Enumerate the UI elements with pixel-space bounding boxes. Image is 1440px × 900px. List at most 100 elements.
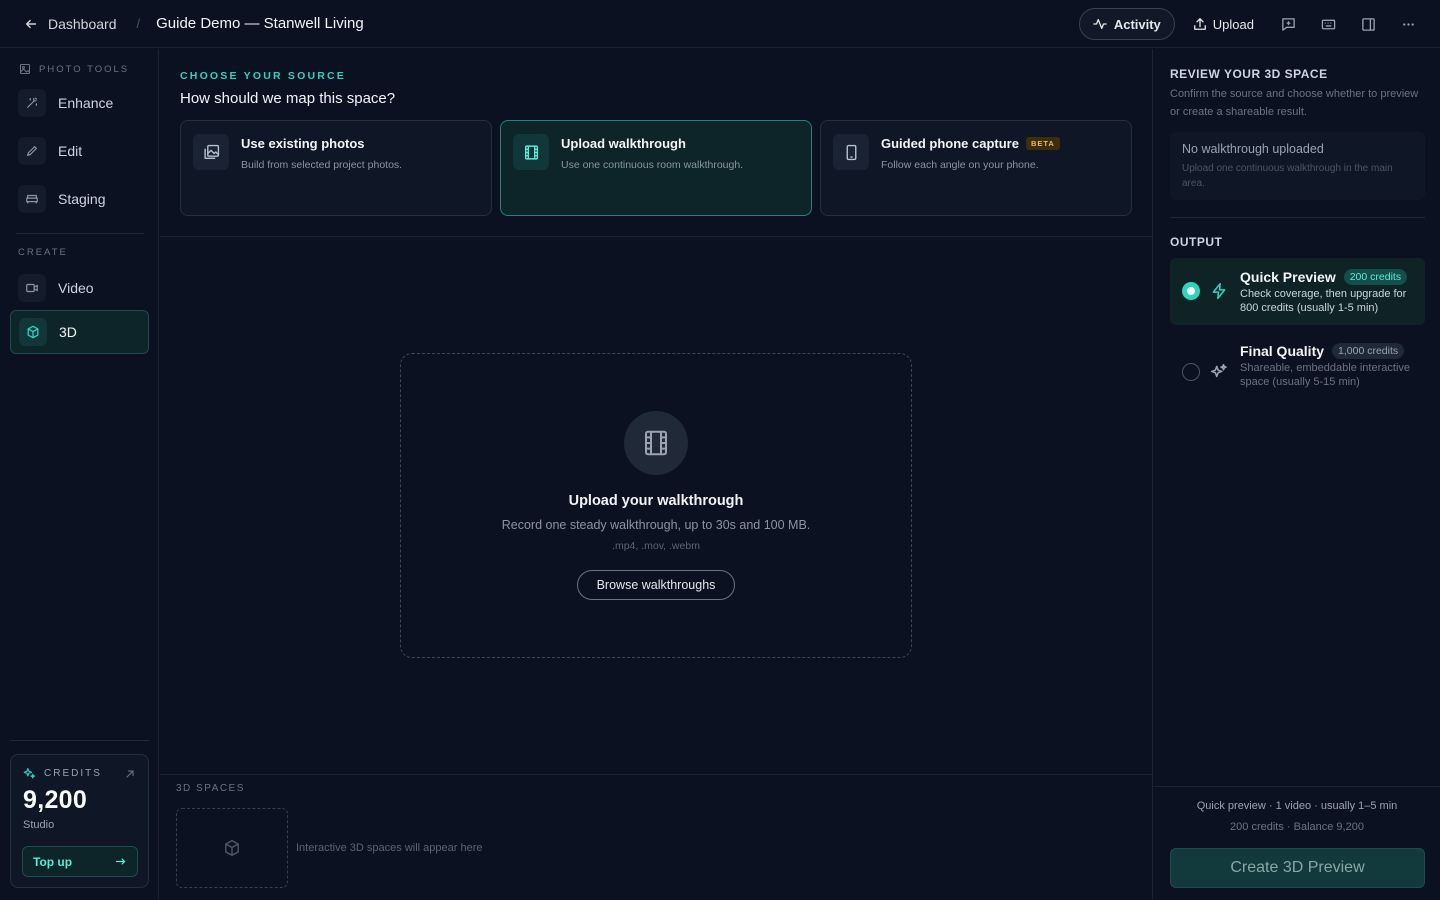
sparkles-icon [23,768,36,779]
message-plus-icon [1281,17,1295,31]
credits-summary: 200 credits · Balance 9,200 [1230,821,1364,833]
source-question: How should we map this space? [180,90,396,107]
keyboard-shortcuts-button[interactable] [1312,8,1344,40]
browse-walkthroughs-button[interactable]: Browse walkthroughs [577,570,735,600]
video-icon [18,274,46,302]
breadcrumb-separator: / [136,16,141,31]
source-subtitle: Build from selected project photos. [241,159,403,171]
source-status-title: No walkthrough uploaded [1182,142,1324,156]
photo-tools-label: PHOTO TOOLS [39,63,130,75]
main-content: CHOOSE YOUR SOURCE How should we map thi… [160,49,1152,900]
source-subtitle: Use one continuous room walkthrough. [561,159,744,171]
cube-icon [225,839,239,857]
film-icon [624,411,688,475]
source-card-upload-walkthrough[interactable]: Upload walkthrough Use one continuous ro… [500,120,812,216]
film-icon [513,134,549,170]
section-divider [160,236,1152,237]
panel-right-icon [1361,17,1375,31]
review-title: REVIEW YOUR 3D SPACE [1170,67,1328,81]
page-title: Guide Demo — Stanwell Living [156,15,364,32]
credits-card: CREDITS 9,200 Studio Top up [10,754,149,888]
source-status-subtitle: Upload one continuous walkthrough in the… [1182,163,1393,189]
create-label: CREATE [18,247,68,258]
option-description: Shareable, embeddable interactive space … [1240,362,1411,388]
spaces-divider [160,774,1152,775]
source-subtitle: Follow each angle on your phone. [881,159,1039,171]
wand-icon [18,89,46,117]
bolt-icon [1212,282,1226,300]
create-section-label: CREATE [18,247,68,258]
dropzone-subtitle: Record one steady walkthrough, up to 30s… [501,518,811,532]
feedback-button[interactable] [1272,8,1304,40]
option-credits-badge: 200 credits [1343,269,1408,285]
arrow-right-icon [115,858,126,865]
sidebar-item-staging[interactable]: Staging [10,178,149,220]
credits-label: CREDITS [44,768,102,779]
empty-space-placeholder [176,808,288,888]
output-option-final-quality[interactable]: Final Quality 1,000 credits Shareable, e… [1170,332,1425,412]
final-quality-radio[interactable] [1182,363,1200,381]
quick-preview-radio[interactable] [1182,282,1200,300]
dropzone-title: Upload your walkthrough [568,493,744,509]
source-title: Upload walkthrough [561,136,686,151]
cube-icon [19,318,47,346]
arrow-up-right-icon[interactable] [124,768,136,780]
option-title: Quick Preview [1240,269,1336,285]
source-card-existing-photos[interactable]: Use existing photos Build from selected … [180,120,492,216]
back-label: Dashboard [48,15,117,32]
spaces-empty-text: Interactive 3D spaces will appear here [296,842,483,854]
upload-icon [1193,18,1206,30]
spaces-section-label: 3D SPACES [176,783,245,794]
more-horizontal-icon [1402,22,1414,26]
photo-tools-section-label: PHOTO TOOLS [19,63,129,75]
summary-line: Quick preview · 1 video · usually 1–5 mi… [1196,800,1398,812]
sidebar-item-label: Enhance [58,95,114,111]
back-to-dashboard-link[interactable]: Dashboard [24,16,117,32]
source-title: Guided phone capture [881,136,1019,151]
top-bar: Dashboard / Guide Demo — Stanwell Living… [0,0,1440,48]
toggle-panel-button[interactable] [1352,8,1384,40]
upload-label: Upload [1212,16,1254,32]
option-credits-badge: 1,000 credits [1332,343,1405,359]
sidebar-item-edit[interactable]: Edit [10,130,149,172]
review-description: Confirm the source and choose whether to… [1170,88,1419,118]
review-footer-divider [1153,786,1440,787]
arrow-left-icon [25,19,37,28]
phone-icon [833,134,869,170]
more-options-button[interactable] [1392,8,1424,40]
source-status-box: No walkthrough uploaded Upload one conti… [1170,132,1425,200]
source-title: Use existing photos [241,136,365,151]
activity-button[interactable]: Activity [1078,8,1175,40]
sidebar-divider [16,233,144,234]
plan-name: Studio [23,819,55,831]
beta-badge: BETA [1025,137,1060,150]
source-card-guided-phone-capture[interactable]: Guided phone capture BETA Follow each an… [820,120,1132,216]
credits-value: 9,200 [23,786,88,814]
activity-icon [1093,18,1107,30]
create-3d-preview-button[interactable]: Create 3D Preview [1170,848,1425,888]
sidebar-item-label: Video [58,280,94,296]
sidebar-item-3d[interactable]: 3D [10,310,149,354]
output-option-quick-preview[interactable]: Quick Preview 200 credits Check coverage… [1170,258,1425,325]
source-eyebrow: CHOOSE YOUR SOURCE [180,70,347,82]
sidebar-item-label: Staging [58,191,106,207]
sofa-icon [18,185,46,213]
sidebar-item-label: 3D [59,324,77,340]
image-icon [19,63,31,75]
upload-button[interactable]: Upload [1183,8,1264,40]
option-description: Check coverage, then upgrade for 800 cre… [1240,288,1407,314]
review-panel: REVIEW YOUR 3D SPACE Confirm the source … [1152,49,1440,900]
walkthrough-dropzone[interactable]: Upload your walkthrough Record one stead… [400,353,912,658]
pencil-icon [18,137,46,165]
sparkles-icon [1210,363,1227,378]
top-up-label: Top up [33,854,73,869]
keyboard-icon [1321,19,1335,29]
output-label: OUTPUT [1170,235,1223,249]
review-divider [1170,217,1425,218]
sidebar-divider [10,740,149,741]
sidebar-item-video[interactable]: Video [10,267,149,309]
option-title: Final Quality [1240,343,1325,359]
top-up-button[interactable]: Top up [22,846,138,877]
sidebar-item-enhance[interactable]: Enhance [10,82,149,124]
sidebar-item-label: Edit [58,143,83,159]
